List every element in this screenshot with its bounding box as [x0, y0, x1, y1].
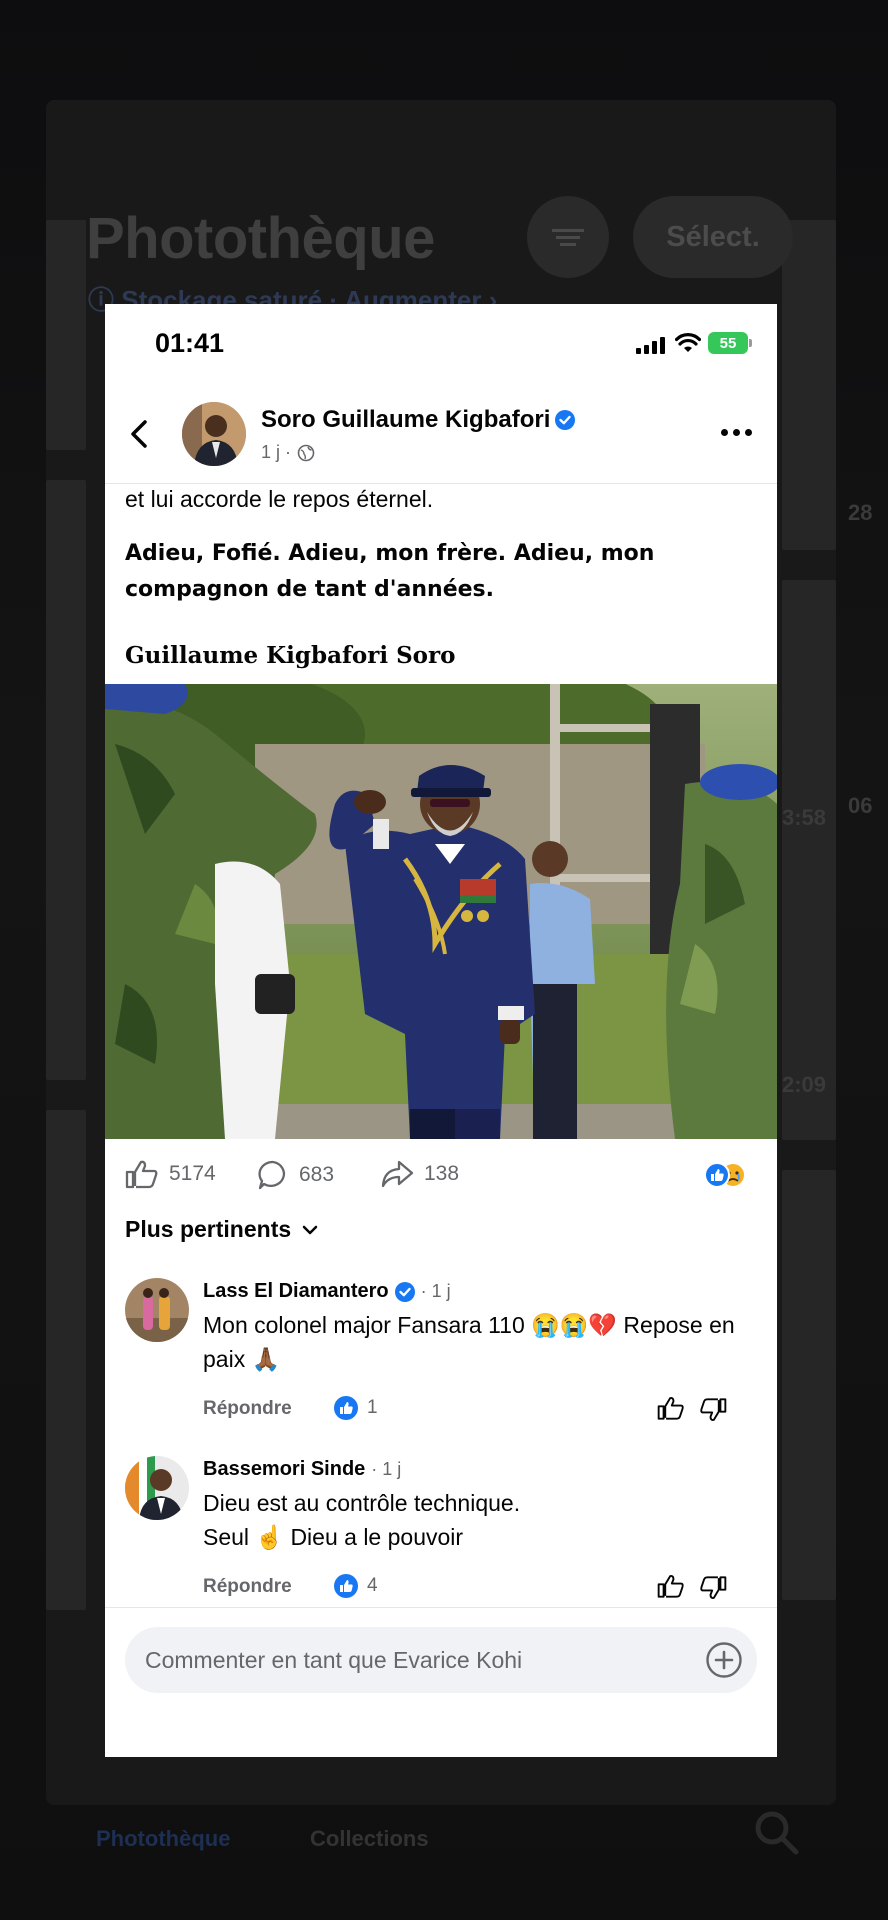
wifi-icon	[675, 333, 701, 352]
verified-badge-icon	[394, 1281, 415, 1302]
video-duration: 28	[848, 500, 873, 525]
photo-thumb	[782, 580, 836, 1140]
post-text-fragment: et lui accorde le repos éternel.	[125, 486, 434, 512]
status-bar: 01:41 55	[105, 304, 777, 384]
more-options-button[interactable]	[721, 422, 757, 442]
comment-count: 683	[299, 1163, 335, 1186]
filter-button	[527, 196, 609, 278]
like-reaction-icon	[334, 1396, 358, 1420]
comment-like-count: 1	[333, 1395, 378, 1421]
comment-age: · 1 j	[420, 1281, 451, 1301]
comment-like-count: 4	[333, 1573, 378, 1599]
comment-button[interactable]: 683	[257, 1159, 334, 1191]
photo-thumb	[46, 220, 86, 450]
thumbs-up-icon	[125, 1160, 158, 1189]
reply-button[interactable]: Répondre	[203, 1398, 292, 1420]
post-signature: Guillaume Kigbafori Soro	[125, 642, 456, 669]
author-avatar[interactable]	[182, 402, 246, 466]
facebook-post-screenshot: 01:41 55 Soro Guillaume Kigbafori 1 j · …	[105, 304, 777, 1757]
post-photo[interactable]	[105, 684, 777, 1139]
composer-divider	[105, 1607, 777, 1608]
cellular-signal-icon	[636, 337, 666, 354]
add-attachment-icon[interactable]	[705, 1641, 743, 1679]
comment-text: Mon colonel major Fansara 110 😭😭💔 Repose…	[203, 1312, 735, 1372]
comment-downvote-icon[interactable]	[699, 1396, 727, 1424]
comment-item: Lass El Diamantero · 1 j Mon colonel maj…	[105, 1270, 777, 1430]
video-duration: 06	[848, 793, 873, 818]
comment-input[interactable]	[145, 1627, 685, 1693]
battery-icon: 55	[708, 332, 752, 354]
photo-thumb	[782, 220, 836, 550]
commenter-name[interactable]: Bassemori Sinde · 1 j	[203, 1458, 401, 1481]
video-duration: 2:09	[782, 1072, 827, 1097]
post-author-name[interactable]: Soro Guillaume Kigbafori	[261, 406, 550, 434]
tab-phototheque: Photothèque	[96, 1826, 231, 1851]
post-meta: 1 j ·	[261, 442, 315, 463]
post-age: 1 j ·	[261, 442, 292, 462]
post-stats-bar: 5174 683 138	[105, 1139, 777, 1209]
share-button[interactable]: 138	[380, 1159, 459, 1189]
search-icon	[755, 1811, 799, 1855]
share-count: 138	[424, 1162, 460, 1185]
post-bold-paragraph: Adieu, Fofié. Adieu, mon frère. Adieu, m…	[125, 541, 655, 602]
photos-title: Photothèque	[86, 206, 435, 271]
comment-text-line-1: Dieu est au contrôle technique.	[203, 1490, 521, 1516]
video-duration: 3:58	[782, 805, 827, 830]
comment-text-line-2: Seul ☝️ Dieu a le pouvoir	[203, 1524, 464, 1550]
comment-bubble-icon	[258, 1160, 286, 1190]
commenter-name[interactable]: Lass El Diamantero · 1 j	[203, 1280, 451, 1303]
reply-button[interactable]: Répondre	[203, 1576, 292, 1598]
commenter-avatar[interactable]	[125, 1456, 189, 1520]
comment-downvote-icon[interactable]	[699, 1574, 727, 1602]
battery-level: 55	[708, 332, 748, 354]
verified-badge-icon	[555, 410, 575, 430]
sort-label: Plus pertinents	[125, 1216, 292, 1242]
comment-sort-dropdown[interactable]: Plus pertinents	[125, 1216, 319, 1243]
share-arrow-icon	[381, 1160, 414, 1188]
comment-upvote-icon[interactable]	[657, 1572, 685, 1600]
globe-icon	[297, 444, 315, 461]
like-button[interactable]: 5174	[125, 1159, 216, 1189]
post-header: Soro Guillaume Kigbafori 1 j ·	[105, 384, 777, 484]
photo-thumb	[782, 1170, 836, 1600]
like-count: 5174	[169, 1162, 216, 1185]
comment-item: Bassemori Sinde · 1 j Dieu est au contrô…	[105, 1448, 777, 1608]
comment-composer	[125, 1627, 757, 1693]
back-button[interactable]	[125, 412, 155, 456]
commenter-avatar[interactable]	[125, 1278, 189, 1342]
photo-thumb	[46, 1110, 86, 1610]
status-time: 01:41	[155, 328, 225, 358]
comment-upvote-icon[interactable]	[657, 1394, 685, 1422]
like-reaction-icon	[334, 1574, 358, 1598]
photo-thumb	[46, 480, 86, 1080]
chevron-down-icon	[302, 1225, 318, 1234]
select-button: Sélect.	[633, 196, 793, 278]
comment-age: · 1 j	[371, 1459, 402, 1479]
tab-collections: Collections	[310, 1826, 429, 1851]
reaction-summary-icon[interactable]	[703, 1161, 753, 1189]
